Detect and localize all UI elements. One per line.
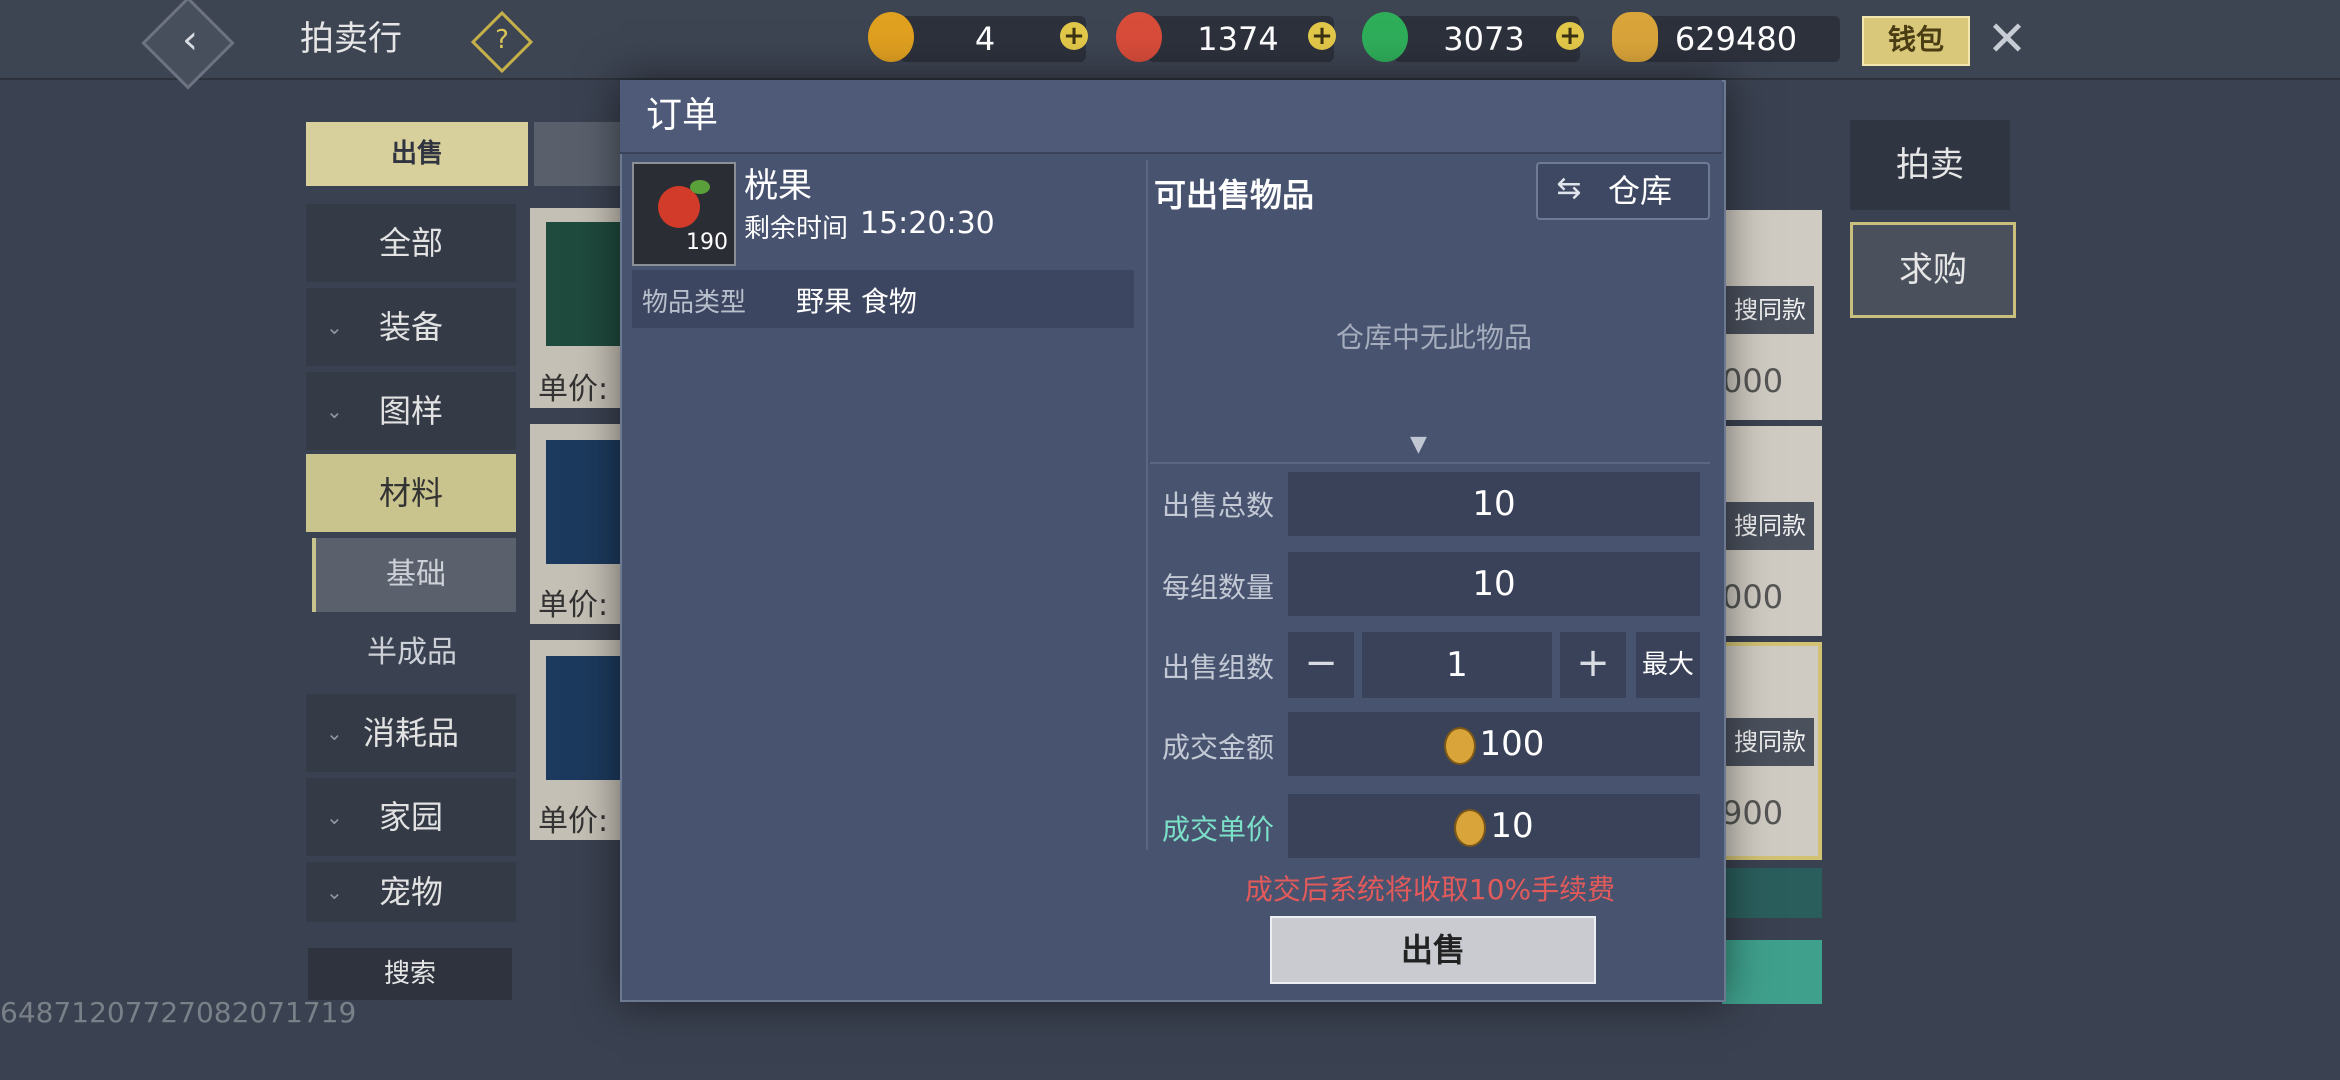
category-label: 宠物 bbox=[378, 873, 443, 911]
remaining-time-value: 15:20:30 bbox=[860, 206, 995, 241]
chevron-down-icon: ⌄ bbox=[326, 805, 343, 829]
search-button[interactable]: 搜索 bbox=[308, 948, 512, 1000]
chevron-down-icon: ⌄ bbox=[326, 721, 343, 745]
total-amount-value: 100 bbox=[1479, 724, 1545, 764]
teal-bar bbox=[1722, 868, 1822, 918]
category-pets[interactable]: ⌄ 宠物 bbox=[306, 862, 516, 922]
swap-icon: ⇆ bbox=[1556, 171, 1582, 206]
red-swirl-coin-icon bbox=[1116, 12, 1162, 62]
chevron-down-icon: ▼ bbox=[1410, 432, 1427, 457]
decrease-button[interactable]: − bbox=[1288, 632, 1354, 698]
item-type-label: 物品类型 bbox=[642, 288, 747, 318]
category-label: 图样 bbox=[378, 392, 443, 430]
add-currency-button[interactable]: + bbox=[1556, 22, 1584, 50]
category-patterns[interactable]: ⌄ 图样 bbox=[306, 372, 516, 450]
total-amount-field: 100 bbox=[1288, 712, 1700, 776]
price-tail: 900 bbox=[1722, 794, 1784, 832]
sellable-items-title: 可出售物品 bbox=[1154, 176, 1315, 214]
tab-sell[interactable]: 出售 bbox=[306, 122, 528, 186]
category-all[interactable]: 全部 bbox=[306, 204, 516, 282]
gold-seed-icon bbox=[1454, 808, 1487, 847]
currency-value: 1374 bbox=[1197, 20, 1279, 58]
same-item-button[interactable]: 搜同款 bbox=[1726, 286, 1814, 334]
currency-value: 3073 bbox=[1443, 20, 1525, 58]
category-consumables[interactable]: ⌄ 消耗品 bbox=[306, 694, 516, 772]
chevron-down-icon: ⌄ bbox=[326, 315, 343, 339]
max-button[interactable]: 最大 bbox=[1636, 632, 1700, 698]
gold-seed-icon bbox=[1443, 726, 1476, 765]
add-currency-button[interactable]: + bbox=[1308, 22, 1336, 50]
help-icon: ? bbox=[495, 25, 509, 55]
empty-warehouse-note: 仓库中无此物品 bbox=[1335, 321, 1532, 354]
tab-purchase-request[interactable]: 求购 bbox=[1850, 222, 2016, 318]
unit-price-value: 10 bbox=[1490, 806, 1534, 846]
warehouse-label: 仓库 bbox=[1608, 172, 1673, 210]
unit-price-field[interactable]: 10 bbox=[1288, 794, 1700, 858]
price-tail: 000 bbox=[1722, 362, 1784, 400]
dialog-title: 订单 bbox=[646, 95, 719, 136]
remaining-time-label: 剩余时间 bbox=[744, 214, 849, 244]
tab-auction[interactable]: 拍卖 bbox=[1850, 120, 2010, 210]
subcategory-basic[interactable]: 基础 bbox=[312, 538, 516, 612]
category-materials[interactable]: 材料 bbox=[306, 454, 516, 532]
page-title: 拍卖行 bbox=[300, 19, 402, 59]
jade-coin-icon bbox=[1362, 12, 1408, 62]
wallet-button[interactable]: 钱包 bbox=[1862, 16, 1970, 66]
total-amount-label: 成交金额 bbox=[1162, 731, 1275, 764]
teal-button[interactable] bbox=[1722, 940, 1822, 1004]
category-label: 装备 bbox=[378, 308, 443, 346]
dialog-header bbox=[620, 80, 1722, 154]
per-group-label: 每组数量 bbox=[1162, 571, 1275, 604]
flame-token-icon bbox=[868, 12, 914, 62]
tab-other[interactable] bbox=[534, 122, 624, 186]
increase-button[interactable]: + bbox=[1560, 632, 1626, 698]
sell-button[interactable]: 出售 bbox=[1270, 916, 1596, 984]
chevron-down-icon: ⌄ bbox=[326, 880, 343, 904]
close-icon[interactable]: ✕ bbox=[1980, 12, 2034, 66]
leaf-icon bbox=[690, 180, 710, 194]
category-label: 消耗品 bbox=[362, 714, 459, 752]
category-label: 家园 bbox=[378, 798, 443, 836]
total-quantity-field[interactable]: 10 bbox=[1288, 472, 1700, 536]
unit-price-label: 单价: bbox=[538, 588, 609, 623]
category-equipment[interactable]: ⌄ 装备 bbox=[306, 288, 516, 366]
same-item-button[interactable]: 搜同款 bbox=[1726, 502, 1814, 550]
same-item-button[interactable]: 搜同款 bbox=[1726, 718, 1814, 766]
item-count: 190 bbox=[686, 230, 728, 255]
add-currency-button[interactable]: + bbox=[1060, 22, 1088, 50]
item-name: 桄果 bbox=[744, 166, 812, 206]
group-count-field[interactable]: 1 bbox=[1362, 632, 1552, 698]
divider bbox=[1150, 462, 1710, 464]
category-home[interactable]: ⌄ 家园 bbox=[306, 778, 516, 856]
unit-price-label: 单价: bbox=[538, 372, 609, 407]
group-count-label: 出售组数 bbox=[1162, 651, 1275, 684]
currency-value: 629480 bbox=[1674, 20, 1798, 58]
divider bbox=[1146, 160, 1148, 850]
chevron-down-icon: ⌄ bbox=[326, 399, 343, 423]
item-type-value: 野果 食物 bbox=[796, 285, 917, 318]
total-quantity-label: 出售总数 bbox=[1162, 489, 1275, 522]
subcategory-semi[interactable]: 半成品 bbox=[312, 616, 512, 690]
unit-price-label: 单价: bbox=[538, 804, 609, 839]
per-group-field[interactable]: 10 bbox=[1288, 552, 1700, 616]
currency-value: 4 bbox=[974, 20, 996, 58]
fee-warning: 成交后系统将收取10%手续费 bbox=[1244, 873, 1616, 906]
user-id: 6487120772708207171​9 bbox=[0, 996, 357, 1029]
gold-seed-icon bbox=[1612, 12, 1658, 62]
price-tail: 000 bbox=[1722, 578, 1784, 616]
unit-price-label: 成交单价 bbox=[1162, 813, 1275, 846]
back-arrow-icon: ‹ bbox=[182, 17, 198, 63]
